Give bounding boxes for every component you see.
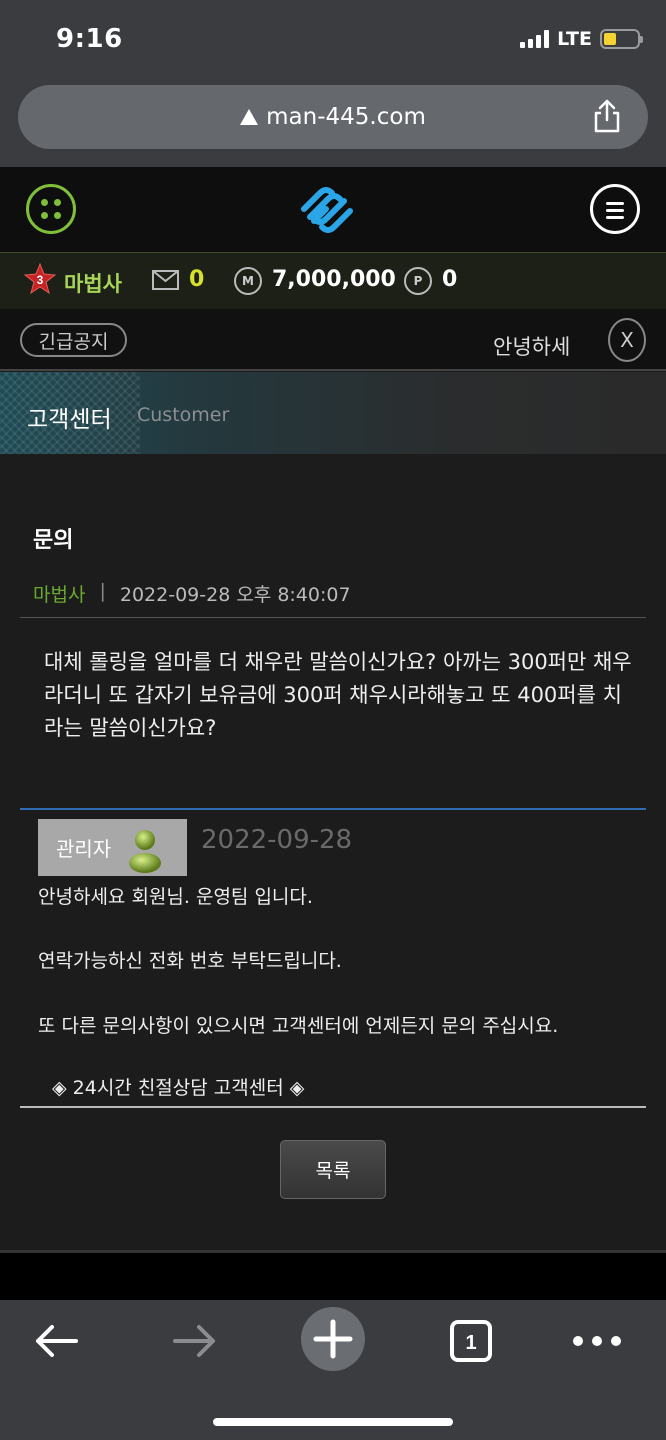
inquiry-title: 문의 bbox=[33, 528, 74, 553]
back-arrow-icon[interactable] bbox=[26, 1310, 88, 1372]
answer-line: 연락가능하신 전화 번호 부탁드립니다. bbox=[38, 950, 342, 972]
status-time: 9:16 bbox=[56, 24, 123, 54]
point-icon: P bbox=[404, 267, 432, 295]
mail-icon[interactable] bbox=[152, 270, 179, 290]
notice-ticker-text[interactable]: 안녕하세 bbox=[493, 331, 570, 361]
level-star-icon: 3 bbox=[24, 263, 56, 295]
network-label: LTE bbox=[557, 28, 592, 50]
inquiry-meta: 마법사 | 2022-09-28 오후 8:40:07 bbox=[33, 580, 351, 607]
answer-line: 안녕하세요 회원님. 운영팀 입니다. bbox=[38, 886, 313, 908]
apps-menu-button[interactable] bbox=[26, 184, 76, 234]
answer-date: 2022-09-28 bbox=[201, 825, 353, 855]
new-tab-plus-icon[interactable] bbox=[300, 1306, 366, 1372]
meta-separator: | bbox=[99, 580, 106, 602]
notice-bar: 긴급공지 안녕하세 X bbox=[0, 309, 666, 371]
forward-arrow-icon[interactable] bbox=[163, 1310, 225, 1372]
status-indicators: LTE bbox=[520, 28, 643, 50]
section-banner: 고객센터 Customer bbox=[0, 372, 666, 454]
section-subtitle: Customer bbox=[137, 404, 230, 426]
user-info-bar: 3 마법사 0 M 7,000,000 P 0 bbox=[0, 253, 666, 309]
admin-tag: 관리자 bbox=[38, 819, 187, 876]
inquiry-datetime: 2022-09-28 오후 8:40:07 bbox=[119, 584, 351, 606]
warning-icon bbox=[240, 109, 259, 125]
answer-line: ◈ 24시간 친절상담 고객센터 ◈ bbox=[52, 1077, 305, 1099]
money-icon: M bbox=[234, 267, 262, 295]
battery-icon bbox=[600, 29, 643, 49]
hamburger-menu-button[interactable] bbox=[590, 184, 640, 234]
svg-text:3: 3 bbox=[37, 273, 44, 287]
point-balance: 0 bbox=[442, 267, 458, 292]
divider bbox=[20, 617, 646, 618]
answer-author: 관리자 bbox=[56, 837, 112, 861]
urgent-notice-label: 긴급공지 bbox=[20, 323, 127, 357]
list-button[interactable]: 목록 bbox=[280, 1140, 386, 1199]
svg-text:1: 1 bbox=[465, 1332, 476, 1354]
browser-toolbar: 1 bbox=[0, 1300, 666, 1440]
share-icon[interactable] bbox=[592, 99, 622, 133]
answer-line: 또 다른 문의사항이 있으시면 고객센터에 언제든지 문의 주십시요. bbox=[38, 1015, 559, 1037]
inquiry-author: 마법사 bbox=[33, 584, 86, 606]
browser-chrome-top: 9:16 LTE man-445.com bbox=[0, 0, 666, 167]
admin-avatar-icon bbox=[129, 830, 161, 873]
site-header bbox=[0, 167, 666, 253]
section-title: 고객센터 bbox=[27, 407, 112, 433]
notice-close-button[interactable]: X bbox=[608, 318, 646, 362]
home-indicator bbox=[213, 1418, 453, 1426]
address-bar[interactable]: man-445.com bbox=[18, 85, 648, 149]
url-text: man-445.com bbox=[266, 104, 426, 130]
username[interactable]: 마법사 bbox=[64, 268, 122, 298]
signal-icon bbox=[520, 30, 550, 48]
tabs-icon[interactable]: 1 bbox=[440, 1310, 502, 1372]
mail-count: 0 bbox=[189, 267, 205, 292]
inquiry-content: 문의 마법사 | 2022-09-28 오후 8:40:07 대체 롤링을 얼마… bbox=[0, 454, 666, 1250]
page-footer-strip bbox=[0, 1250, 666, 1300]
site-logo[interactable] bbox=[296, 183, 358, 237]
more-options-icon[interactable] bbox=[566, 1310, 628, 1372]
inquiry-body: 대체 롤링을 얼마를 더 채우란 말씀이신가요? 아까는 300퍼만 채우라더니… bbox=[44, 650, 632, 740]
money-balance: 7,000,000 bbox=[272, 267, 396, 292]
answer-box: 관리자 2022-09-28 안녕하세요 회원님. 운영팀 입니다. 연락가능하… bbox=[20, 808, 646, 1108]
